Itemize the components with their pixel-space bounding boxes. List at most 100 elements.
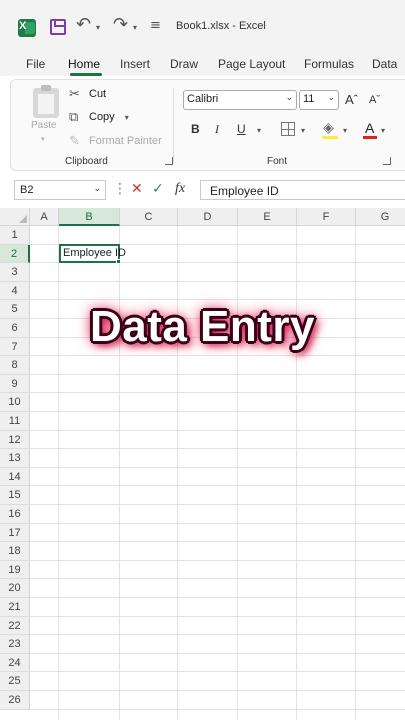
name-box-value: B2 [20,184,34,196]
font-color-dropdown-icon[interactable]: ▾ [381,126,385,135]
undo-dropdown-icon[interactable]: ▾ [96,23,100,32]
row-header-4[interactable]: 4 [0,281,30,301]
row-header-9[interactable]: 9 [0,374,30,394]
column-header-c[interactable]: C [120,208,178,226]
row-header-2[interactable]: 2 [0,244,30,264]
column-header-f[interactable]: F [297,208,356,226]
row-header-13[interactable]: 13 [0,449,30,468]
underline-dropdown-icon[interactable]: ▾ [257,126,261,135]
select-all-button[interactable] [0,208,30,226]
cut-label: Cut [89,88,107,100]
decrease-font-size-button[interactable]: Aˇ [369,94,380,106]
column-header-g[interactable]: G [356,208,405,226]
row-gridline [30,373,405,375]
row-header-11[interactable]: 11 [0,412,30,431]
spreadsheet-grid[interactable]: A B C D E F G 1 2 3 4 5 6 7 8 9 10 11 12 13 14 15 16 17 18 19 20 21… [0,208,405,720]
font-launcher-icon[interactable] [383,157,391,165]
tab-draw[interactable]: Draw [170,57,198,71]
row-gridline [30,708,405,710]
row-header-26[interactable]: 26 [0,691,30,710]
row-gridline [30,615,405,617]
insert-function-button[interactable]: fx [175,181,185,197]
row-gridline [30,559,405,561]
save-icon[interactable] [50,19,66,35]
enter-icon[interactable]: ✓ [152,181,164,197]
row-header-25[interactable]: 25 [0,672,30,691]
copy-dropdown-icon[interactable]: ▾ [125,113,129,122]
row-gridline [30,652,405,654]
cancel-icon[interactable]: ✕ [131,181,143,197]
font-size-select[interactable]: 11 ⌄ [299,90,339,110]
column-header-a[interactable]: A [30,208,59,226]
row-header-18[interactable]: 18 [0,542,30,561]
borders-dropdown-icon[interactable]: ▾ [301,126,305,135]
paste-button[interactable]: Paste [31,120,57,131]
row-gridline [30,429,405,431]
row-header-20[interactable]: 20 [0,579,30,598]
redo-icon[interactable]: ↷ [113,14,128,35]
font-group-label: Font [267,156,288,167]
row-header-12[interactable]: 12 [0,430,30,450]
customize-toolbar-icon[interactable]: ≡ [150,18,161,33]
row-gridline [30,392,405,394]
font-name-select[interactable]: Calibri ⌄ [183,90,297,110]
redo-dropdown-icon[interactable]: ▾ [133,23,137,32]
column-header-e[interactable]: E [238,208,297,226]
column-header-d[interactable]: D [178,208,238,226]
active-tab-indicator [70,73,102,76]
row-header-24[interactable]: 24 [0,653,30,673]
tab-file[interactable]: File [26,57,45,71]
fill-color-dropdown-icon[interactable]: ▾ [343,126,347,135]
chevron-down-icon: ⌄ [327,93,335,103]
tab-home[interactable]: Home [68,57,100,71]
row-header-21[interactable]: 21 [0,598,30,617]
undo-icon[interactable]: ↶ [76,14,91,35]
clipboard-launcher-icon[interactable] [165,157,173,165]
active-cell-b2[interactable]: Employee ID [59,244,126,263]
cut-button[interactable]: ✂ Cut [69,85,106,103]
row-gridline [30,541,405,543]
row-header-1[interactable]: 1 [0,226,30,245]
row-header-17[interactable]: 17 [0,523,30,543]
paste-dropdown-icon[interactable]: ▾ [41,135,45,143]
format-painter-label: Format Painter [89,135,162,147]
row-header-23[interactable]: 23 [0,635,30,654]
font-color-button[interactable]: A [365,120,374,136]
italic-button[interactable]: I [215,122,219,137]
fill-color-icon[interactable]: ◈ [323,120,334,136]
formula-bar: B2 ⌄ ⋮ ✕ ✓ fx Employee ID [0,177,405,203]
row-gridline [30,355,405,357]
paste-icon[interactable] [33,85,59,118]
excel-logo-icon: X [18,19,36,37]
row-header-3[interactable]: 3 [0,263,30,282]
scissors-icon: ✂ [69,86,80,102]
row-header-22[interactable]: 22 [0,616,30,636]
row-gridline [30,448,405,450]
fill-handle[interactable] [116,259,121,264]
row-header-10[interactable]: 10 [0,393,30,412]
row-header-14[interactable]: 14 [0,467,30,487]
more-options-icon[interactable]: ⋮ [113,181,127,197]
formula-input[interactable]: Employee ID [200,180,405,200]
name-box[interactable]: B2 ⌄ [14,180,106,200]
underline-button[interactable]: U [237,122,246,136]
row-gridline [30,690,405,691]
row-header-19[interactable]: 19 [0,560,30,580]
tab-formulas[interactable]: Formulas [304,57,354,71]
bold-button[interactable]: B [191,122,200,136]
borders-icon[interactable] [281,122,295,136]
row-header-8[interactable]: 8 [0,356,30,375]
column-header-b[interactable]: B [59,208,120,226]
row-header-15[interactable]: 15 [0,486,30,505]
copy-icon: ⧉ [69,109,79,125]
format-painter-button[interactable]: ✎ Format Painter [69,132,162,150]
row-gridline [30,671,405,673]
row-gridline [30,485,405,487]
document-title: Book1.xlsx - Excel [176,20,266,32]
increase-font-size-button[interactable]: Aˆ [345,92,358,107]
tab-insert[interactable]: Insert [120,57,150,71]
row-header-16[interactable]: 16 [0,505,30,524]
copy-button[interactable]: ⧉ Copy ▾ [69,108,129,126]
tab-page-layout[interactable]: Page Layout [218,57,285,71]
tab-data[interactable]: Data [372,57,397,71]
